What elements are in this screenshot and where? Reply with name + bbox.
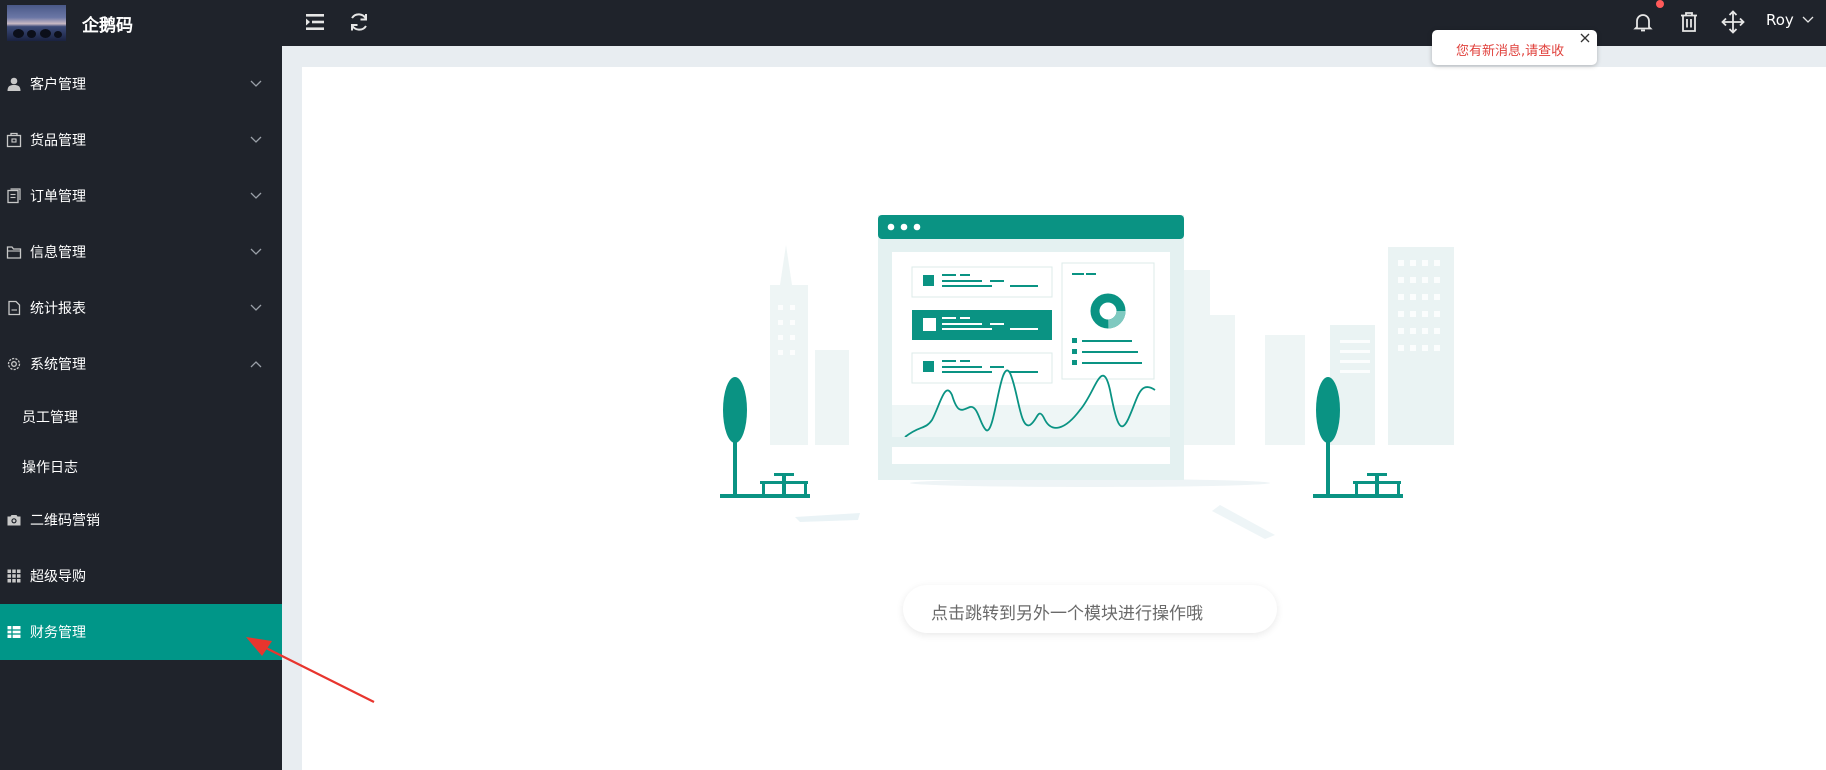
sidebar-item-label: 财务管理 [30,625,86,641]
sidebar-subitem-oplog[interactable]: 操作日志 [0,442,282,492]
logo-title: 企鹅码 [82,16,133,36]
close-icon[interactable] [1579,32,1591,44]
chevron-down-icon [250,136,262,143]
sidebar-item-label: 超级导购 [30,569,86,585]
chevron-down-icon [250,80,262,87]
jump-hint-text: 点击跳转到另外一个模块进行操作哦 [931,604,1203,624]
sidebar-item-goods[interactable]: 货品管理 [0,112,282,168]
grid-icon [7,569,21,583]
logo-image [7,5,66,41]
sidebar-item-label: 信息管理 [30,245,86,261]
jump-hint-button[interactable]: 点击跳转到另外一个模块进行操作哦 [903,585,1277,633]
notification-toast[interactable]: 您有新消息,请查收 [1432,30,1597,65]
sidebar-item-label: 订单管理 [30,189,86,205]
sidebar-item-info[interactable]: 信息管理 [0,224,282,280]
sidebar-item-customers[interactable]: 客户管理 [0,56,282,112]
gear-icon [7,357,21,371]
sidebar-item-orders[interactable]: 订单管理 [0,168,282,224]
sidebar-item-label: 货品管理 [30,133,86,149]
chevron-down-icon [250,192,262,199]
sidebar-item-super-guide[interactable]: 超级导购 [0,548,282,604]
sidebar-item-reports[interactable]: 统计报表 [0,280,282,336]
package-icon [6,132,22,148]
sidebar-item-label: 系统管理 [30,357,86,373]
sidebar-item-label: 二维码营销 [30,513,100,529]
table-icon [7,626,21,638]
sidebar-item-label: 统计报表 [30,301,86,317]
order-icon [7,188,21,204]
trash-icon[interactable] [1677,10,1701,34]
sidebar-item-qr-marketing[interactable]: 二维码营销 [0,492,282,548]
folder-icon [6,246,22,259]
annotation-arrow [246,637,375,703]
move-icon[interactable] [1721,10,1745,34]
unread-dot [1656,0,1664,8]
menu-toggle-icon[interactable] [303,10,327,34]
user-icon [7,77,21,91]
sidebar-subitem-label: 操作日志 [22,460,78,476]
sidebar-item-label: 客户管理 [30,77,86,93]
sidebar-item-system[interactable]: 系统管理 [0,336,282,392]
bell-icon[interactable] [1631,10,1655,34]
dashboard-illustration [720,215,1454,539]
chevron-down-icon[interactable] [1802,16,1814,24]
chevron-down-icon [250,248,262,255]
logo-area[interactable]: 企鹅码 [0,0,282,46]
notification-text: 您有新消息,请查收 [1456,44,1565,59]
sidebar-subitem-staff[interactable]: 员工管理 [0,392,282,442]
refresh-icon[interactable] [347,10,371,34]
sidebar-subitem-label: 员工管理 [22,410,78,426]
report-icon [8,300,21,316]
user-menu[interactable]: Roy [1766,11,1794,29]
camera-icon [7,515,21,526]
chevron-up-icon [250,361,262,368]
app-root: 企鹅码 客户管理 货品管理 订单管理 信息管理 统计报表 系统管理 员工管理 操… [0,0,1826,770]
chevron-down-icon [250,304,262,311]
